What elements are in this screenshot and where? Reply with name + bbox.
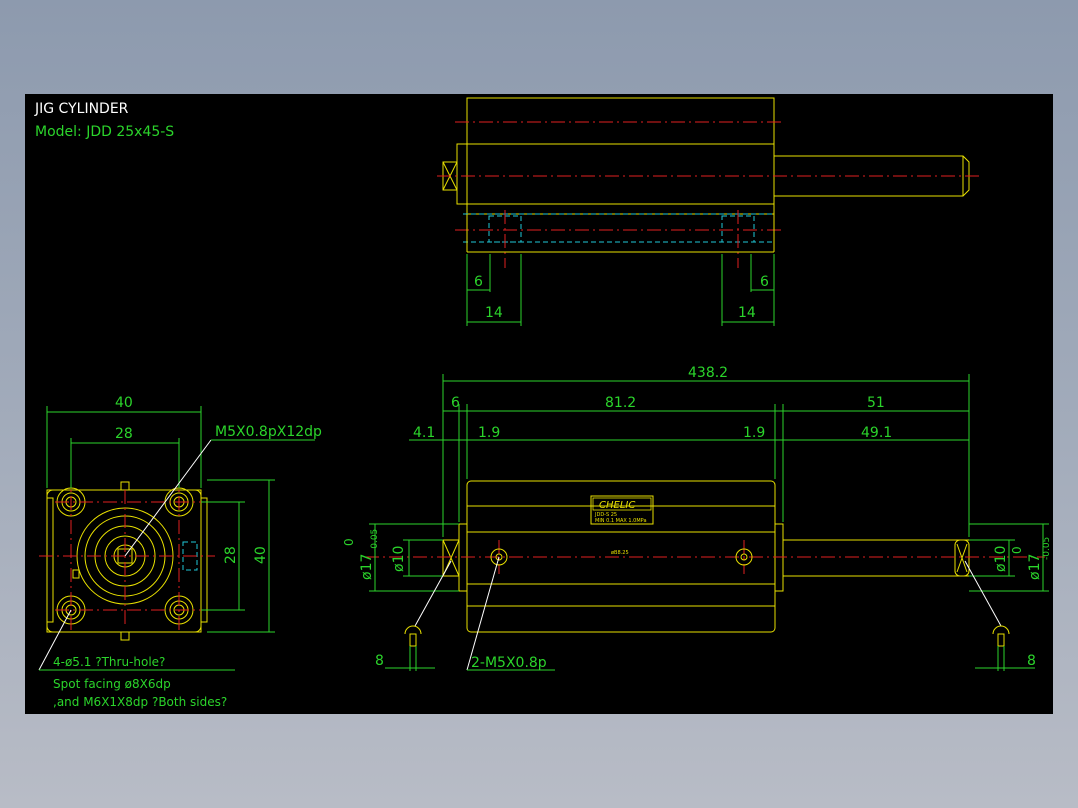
end-dim-28-height: 28 [223, 546, 239, 564]
dim-1-9-left: 1.9 [478, 425, 500, 441]
model-label: Model: JDD 25x45-S [35, 124, 174, 140]
top-dim-right-6: 6 [760, 274, 769, 290]
left-dia17: ø17 [359, 554, 375, 580]
nameplate-brand: CHELIC [599, 500, 635, 511]
end-dim-28-width: 28 [115, 426, 133, 442]
and-note: ,and M6X1X8dp ?Both sides? [53, 695, 227, 709]
spot-note: Spot facing ø8X6dp [53, 677, 171, 691]
pin-left-8: 8 [375, 653, 384, 669]
dim-51: 51 [867, 395, 885, 411]
bore-label: øB8.25 [611, 550, 629, 556]
top-dim-left-14: 14 [485, 305, 503, 321]
left-dia10: ø10 [391, 546, 407, 572]
pin-right-8: 8 [1027, 653, 1036, 669]
right-dia10: ø10 [993, 546, 1009, 572]
top-dim-left-6: 6 [474, 274, 483, 290]
cad-drawing: JIG CYLINDER Model: JDD 25x45-S 6 6 14 1… [34, 97, 1052, 709]
dim-6: 6 [451, 395, 460, 411]
hole-note: 4-ø5.1 ?Thru-hole? [53, 655, 165, 669]
end-dim-40-height: 40 [253, 546, 269, 564]
top-view-body [466, 97, 775, 215]
top-view: 6 6 14 14 [437, 97, 983, 326]
port-note: M5X0.8pX12dp [215, 424, 322, 440]
top-dim-right-14: 14 [738, 305, 756, 321]
drawing-title: JIG CYLINDER [34, 101, 129, 117]
right-tol-bottom: -0.05 [1042, 537, 1052, 560]
dim-49-1: 49.1 [861, 425, 892, 441]
end-view: 40 28 28 40 M5X0.8pX12dp 4-ø5.1 ?Thru-ho… [38, 395, 322, 709]
nameplate-line2: MIN 0.1 MAX 1.0MPa [595, 518, 647, 524]
right-dia17: ø17 [1027, 554, 1043, 580]
dim-4-1: 4.1 [413, 425, 435, 441]
dim-1-9-right: 1.9 [743, 425, 765, 441]
side-view: øB8.25 CHELIC JDD-S 25 MIN 0.1 MAX 1.0MP… [342, 365, 1052, 671]
right-tol-top: 0 [1010, 546, 1024, 554]
left-tol-top: 0 [342, 538, 356, 546]
tap-note: 2-M5X0.8p [471, 655, 547, 671]
dim-overall: 438.2 [688, 365, 728, 381]
left-tol-bottom: -0.05 [370, 529, 380, 552]
dim-81-2: 81.2 [605, 395, 636, 411]
cad-drawing-area[interactable]: JIG CYLINDER Model: JDD 25x45-S 6 6 14 1… [25, 94, 1053, 714]
end-dim-40-width: 40 [115, 395, 133, 411]
